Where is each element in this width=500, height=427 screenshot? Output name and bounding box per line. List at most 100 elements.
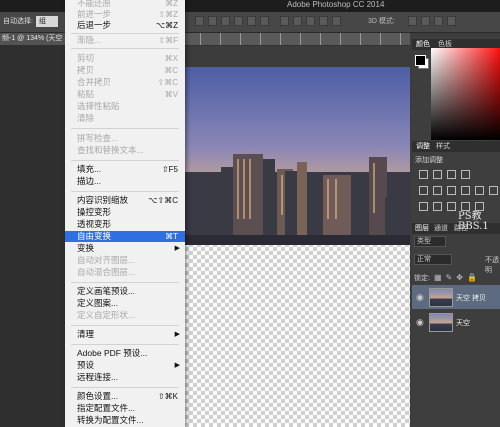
distribute-button[interactable] — [293, 16, 302, 26]
blend-mode-dropdown[interactable]: 正常 — [414, 254, 452, 265]
tab-channels[interactable]: 通道 — [434, 223, 448, 234]
menu-item-copy-merged[interactable]: 合并拷贝 ⇧⌘C — [65, 77, 185, 88]
invert-icon[interactable] — [419, 202, 428, 211]
levels-icon[interactable] — [433, 170, 442, 179]
document-canvas[interactable] — [185, 67, 410, 427]
menu-item-convert-profile[interactable]: 转换为配置文件... — [65, 415, 185, 426]
menu-item-shortcut: ⌘T — [165, 232, 178, 241]
menu-item-cut[interactable]: 剪切 ⌘X — [65, 53, 185, 64]
foreground-color-swatch[interactable] — [415, 55, 426, 66]
exposure-icon[interactable] — [461, 170, 470, 179]
menu-item-fill[interactable]: 填充... ⇧F5 — [65, 164, 185, 175]
menu-item-presets[interactable]: 预设 ▶ — [65, 360, 185, 371]
distribute-button[interactable] — [319, 16, 328, 26]
menu-item-step-forward[interactable]: 前进一步 ⇧⌘Z — [65, 9, 185, 20]
tab-adjustments[interactable]: 调整 — [416, 141, 430, 152]
tab-color[interactable]: 颜色 — [416, 39, 430, 50]
menu-item-find-replace[interactable]: 查找和替换文本... — [65, 145, 185, 156]
menu-item-define-pattern[interactable]: 定义图案... — [65, 298, 185, 309]
tab-layers[interactable]: 图层 — [415, 223, 429, 234]
layer-name: 天空 拷贝 — [456, 295, 486, 302]
black-white-icon[interactable] — [461, 186, 470, 195]
layer-name: 天空 — [456, 320, 470, 327]
menu-item-label: 预设 — [77, 360, 95, 370]
watermark-line: BBS.1 — [458, 221, 489, 232]
photo-filter-icon[interactable] — [475, 186, 484, 195]
distribute-button[interactable] — [280, 16, 289, 26]
hue-saturation-icon[interactable] — [433, 186, 442, 195]
distribute-button[interactable] — [306, 16, 315, 26]
menu-item-remote-connections[interactable]: 远程连接... — [65, 372, 185, 383]
menu-item-label: 颜色设置... — [77, 391, 119, 401]
layer-row[interactable]: ◉ 天空 — [412, 310, 500, 334]
document-tab[interactable]: 频-1 @ 134% (天空 — [0, 33, 67, 45]
menu-item-transform[interactable]: 变换 ▶ — [65, 243, 185, 254]
3d-mode-button[interactable] — [421, 16, 430, 26]
edit-menu: 不能还原 ⌘Z 前进一步 ⇧⌘Z 后退一步 ⌥⌘Z 渐隐... ⇧⌘F 剪切 ⌘X 拷贝 ⌘… — [65, 0, 185, 427]
menu-item-color-settings[interactable]: 颜色设置... ⇧⌘K — [65, 391, 185, 402]
selective-color-icon[interactable] — [475, 202, 484, 211]
menu-item-puppet-warp[interactable]: 操控变形 — [65, 207, 185, 218]
align-button[interactable] — [247, 16, 256, 26]
distribute-button[interactable] — [332, 16, 341, 26]
curves-icon[interactable] — [447, 170, 456, 179]
menu-item-perspective-warp[interactable]: 透视变形 — [65, 219, 185, 230]
menu-item-stroke[interactable]: 描边... — [65, 176, 185, 187]
menu-item-define-brush[interactable]: 定义画笔预设... — [65, 286, 185, 297]
menu-item-auto-align-layers[interactable]: 自动对齐图层... — [65, 255, 185, 266]
menu-item-purge[interactable]: 清理 ▶ — [65, 329, 185, 340]
menu-item-paste[interactable]: 粘贴 ⌘V — [65, 89, 185, 100]
mode-3d-label: 3D 模式: — [368, 18, 395, 25]
tab-styles[interactable]: 样式 — [436, 141, 450, 152]
vibrance-icon[interactable] — [419, 186, 428, 195]
posterize-icon[interactable] — [433, 202, 442, 211]
3d-mode-button[interactable] — [447, 16, 456, 26]
menu-item-step-backward[interactable]: 后退一步 ⌥⌘Z — [65, 20, 185, 31]
brightness-icon[interactable] — [419, 170, 428, 179]
menu-item-clear[interactable]: 清除 — [65, 113, 185, 124]
menu-item-label: 透视变形 — [77, 219, 112, 229]
lock-icons[interactable]: ▦✎✥🔒 — [434, 273, 481, 282]
menu-separator — [71, 282, 179, 283]
menu-item-free-transform[interactable]: 自由变换 ⌘T — [65, 231, 185, 242]
menu-item-label: 合并拷贝 — [77, 77, 112, 87]
menu-item-label: 自由变换 — [77, 231, 112, 241]
menu-item-define-custom-shape[interactable]: 定义自定形状... — [65, 310, 185, 321]
auto-select-dropdown[interactable]: 组 — [36, 16, 58, 27]
menu-item-auto-blend-layers[interactable]: 自动混合图层... — [65, 267, 185, 278]
menu-item-paste-special[interactable]: 选择性粘贴 — [65, 101, 185, 112]
threshold-icon[interactable] — [447, 202, 456, 211]
menu-item-spell-check[interactable]: 拼写检查... — [65, 133, 185, 144]
menu-item-undo[interactable]: 不能还原 ⌘Z — [65, 0, 185, 9]
3d-mode-button[interactable] — [434, 16, 443, 26]
menu-item-copy[interactable]: 拷贝 ⌘C — [65, 65, 185, 76]
align-button[interactable] — [260, 16, 269, 26]
color-picker-field[interactable] — [431, 48, 500, 140]
menu-item-label: 拷贝 — [77, 65, 95, 75]
gradient-map-icon[interactable] — [461, 202, 470, 211]
align-button[interactable] — [221, 16, 230, 26]
layer-row[interactable]: ◉ 天空 拷贝 — [412, 285, 500, 309]
menu-item-label: 粘贴 — [77, 89, 95, 99]
align-button[interactable] — [234, 16, 243, 26]
channel-mixer-icon[interactable] — [489, 186, 498, 195]
menu-item-shortcut: ⌘C — [164, 66, 178, 75]
horizontal-ruler — [180, 33, 410, 46]
menu-item-label: 操控变形 — [77, 207, 112, 217]
menu-item-shortcut: ⇧⌘Z — [158, 10, 178, 19]
menu-item-label: 自动对齐图层... — [77, 255, 136, 265]
color-balance-icon[interactable] — [447, 186, 456, 195]
menu-item-content-aware-scale[interactable]: 内容识别缩放 ⌥⇧⌘C — [65, 195, 185, 206]
menu-item-label: 指定配置文件... — [77, 403, 136, 413]
lock-label: 锁定: — [414, 275, 430, 282]
visibility-eye-icon[interactable]: ◉ — [416, 317, 424, 328]
align-button[interactable] — [208, 16, 217, 26]
3d-mode-button[interactable] — [408, 16, 417, 26]
visibility-eye-icon[interactable]: ◉ — [416, 292, 424, 303]
layer-filter-dropdown[interactable]: 类型 — [414, 236, 446, 247]
menu-item-adobe-pdf-presets[interactable]: Adobe PDF 预设... — [65, 348, 185, 359]
menu-item-assign-profile[interactable]: 指定配置文件... — [65, 403, 185, 414]
align-button[interactable] — [195, 16, 204, 26]
menu-item-label: 内容识别缩放 — [77, 195, 129, 205]
menu-item-fade[interactable]: 渐隐... ⇧⌘F — [65, 35, 185, 46]
